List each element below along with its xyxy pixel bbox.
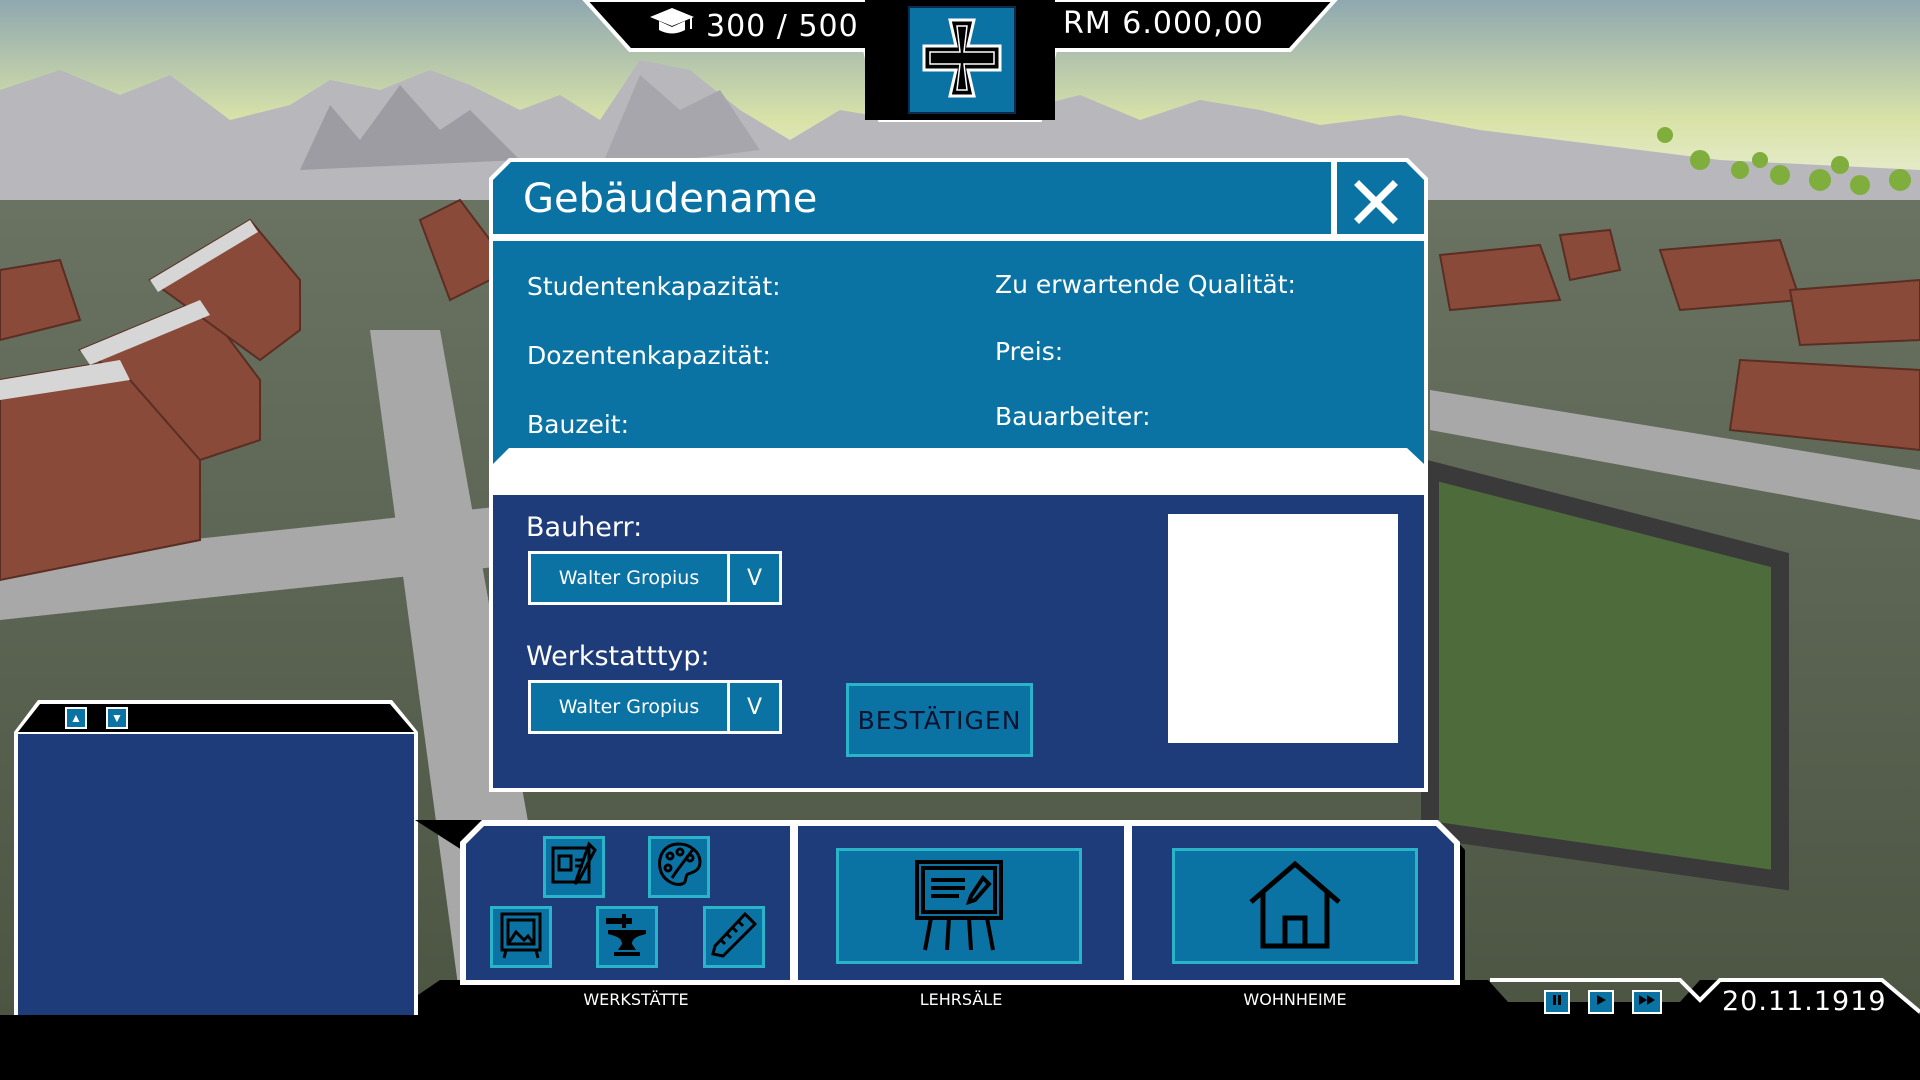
picture-frame-icon [496,910,546,965]
construction-workers-label: Bauarbeiter: [995,402,1151,431]
iron-cross-icon [920,16,1004,105]
game-date: 20.11.1919 [1722,986,1887,1017]
chalkboard-icon [909,854,1009,959]
expected-quality-label: Zu erwartende Qualität: [995,270,1296,299]
workshop-architecture-button[interactable] [543,836,605,898]
university-emblem[interactable] [908,6,1016,114]
scroll-down-button[interactable]: ▼ [106,707,128,729]
fast-forward-icon [1638,993,1656,1011]
play-icon [1595,993,1607,1011]
graduation-cap-icon [648,6,696,46]
house-icon [1245,854,1345,959]
workshop-type-dropdown-value: Walter Gropius [531,683,730,731]
anvil-icon [602,910,652,965]
category-label-workshops: WERKSTÄTTE [583,990,689,1009]
builder-dropdown-arrow[interactable]: V [730,554,779,602]
close-button[interactable] [1337,168,1415,240]
workshop-frame-button[interactable] [490,906,552,968]
workshop-type-dropdown-arrow[interactable]: V [730,683,779,731]
workshop-type-dropdown[interactable]: Walter Gropius V [528,680,782,734]
scroll-up-button[interactable]: ▲ [65,707,87,729]
money-display: RM 6.000,00 [1063,6,1264,41]
dorm-button[interactable] [1172,848,1418,964]
workshop-painting-button[interactable] [648,836,710,898]
palette-icon [654,840,704,895]
student-capacity-label: Studentenkapazität: [527,272,781,301]
building-dialog: Gebäudename Studentenkapazität: Dozenten… [489,158,1428,792]
price-label: Preis: [995,337,1064,366]
blueprint-icon [549,840,599,895]
workshop-type-label: Werkstatttyp: [526,641,710,672]
play-button[interactable] [1588,990,1614,1014]
pause-icon [1551,993,1563,1011]
workshop-carpentry-button[interactable] [703,906,765,968]
workshop-metal-button[interactable] [596,906,658,968]
builder-dropdown-value: Walter Gropius [531,554,730,602]
triangle-up-icon: ▲ [70,711,82,725]
lecture-hall-button[interactable] [836,848,1082,964]
category-label-lecture-halls: LEHRSÄLE [919,990,1003,1009]
pause-button[interactable] [1544,990,1570,1014]
student-count: 300 / 500 [648,6,859,46]
building-preview-image [1168,514,1398,743]
builder-label: Bauherr: [526,512,643,543]
category-label-dorms: WOHNHEIME [1243,990,1347,1009]
triangle-down-icon: ▼ [111,711,123,725]
student-count-value: 300 / 500 [706,8,859,44]
lecturer-capacity-label: Dozentenkapazität: [527,341,771,370]
dialog-title: Gebäudename [523,176,818,222]
fast-forward-button[interactable] [1632,990,1662,1014]
build-time-label: Bauzeit: [527,410,629,439]
builder-dropdown[interactable]: Walter Gropius V [528,551,782,605]
close-icon [1351,177,1401,232]
confirm-button[interactable]: BESTÄTIGEN [846,683,1033,757]
saw-icon [709,910,759,965]
